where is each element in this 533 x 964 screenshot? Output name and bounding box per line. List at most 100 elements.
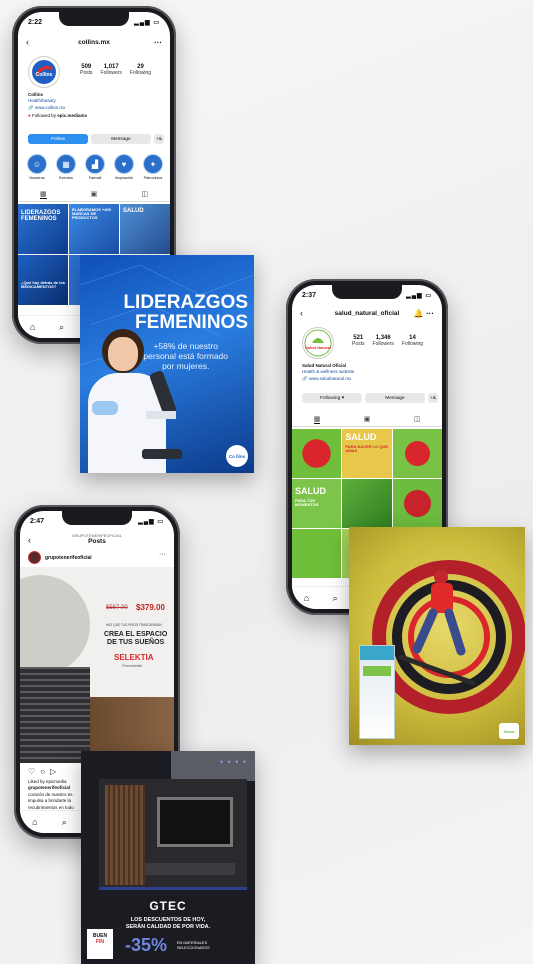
avatar[interactable]: Collins: [28, 56, 60, 88]
microscope-icon: [142, 369, 182, 459]
add-user-button[interactable]: +&: [428, 393, 438, 403]
grid-post[interactable]: [392, 479, 442, 528]
megaphone-icon: ✦: [143, 154, 163, 174]
grid-post[interactable]: SALUD PARA TUS MOMENTOS: [292, 479, 342, 528]
home-icon[interactable]: ⌂: [30, 322, 35, 332]
share-icon[interactable]: ▷: [50, 767, 56, 776]
post-caption: Liked by epicmedia grupotenerifeoficial …: [28, 779, 88, 811]
status-bar: 2:37 ▂▄▆ ▭: [302, 289, 432, 301]
highlight-farmali[interactable]: ▟ Farmali: [84, 154, 106, 180]
comment-icon[interactable]: ○: [40, 767, 45, 776]
dots-icon: • • • •: [219, 757, 247, 767]
calendar-icon: ▦: [56, 154, 76, 174]
discount-note: EN MATERIALES SELECCIONADOS: [177, 941, 210, 950]
header-title: Posts: [88, 538, 106, 545]
heart-icon: ♥: [114, 154, 134, 174]
reels-tab-icon[interactable]: ▣: [364, 415, 371, 424]
status-time: 2:47: [30, 517, 45, 525]
salud-logo: Salud: [499, 723, 519, 739]
tagged-tab-icon[interactable]: ◫: [141, 190, 148, 199]
author-avatar-icon: [28, 551, 41, 564]
stat-followers[interactable]: 1,017 Followers: [101, 64, 122, 76]
promo-headline: CREA EL ESPACIO DE TUS SUEÑOS: [104, 631, 168, 646]
buen-fin-logo: BUEN FIN: [87, 929, 113, 959]
profile-actions: Following ▾ Message +&: [302, 393, 438, 403]
reels-tab-icon[interactable]: ▣: [91, 190, 98, 199]
home-icon[interactable]: ⌂: [32, 817, 37, 827]
post-author[interactable]: grupotenerifeoficial: [28, 551, 92, 564]
grid-post[interactable]: SALUD: [120, 204, 170, 254]
grid-post[interactable]: [392, 429, 442, 478]
post-more-icon[interactable]: ···: [159, 551, 166, 558]
back-arrow-icon[interactable]: ‹: [300, 308, 303, 318]
building-icon: ▟: [85, 154, 105, 174]
grid-tab-icon[interactable]: ▦: [313, 415, 321, 424]
grid-post[interactable]: [292, 429, 342, 478]
profile-actions: Follow Message +&: [28, 134, 164, 144]
interior-photo: [99, 779, 247, 890]
home-icon[interactable]: ⌂: [304, 593, 309, 603]
back-arrow-icon[interactable]: ‹: [28, 535, 31, 545]
status-bar: 2:22 ▂▄▆ ▭: [28, 16, 160, 28]
more-options-icon[interactable]: ···: [154, 38, 162, 47]
stat-following[interactable]: 14 Following: [402, 335, 423, 347]
profile-username: collins.mx: [78, 38, 110, 46]
post-image[interactable]: $567.00 $379.00 HAZ QUE TUS PISOS TRASCI…: [20, 567, 174, 763]
add-user-button[interactable]: +&: [154, 134, 164, 144]
profile-stats: 521 Posts 1,346 Followers 14 Following: [352, 335, 423, 347]
grid-post[interactable]: ELABORAMOS +400 MARCAS DE PRODUCTOS: [69, 204, 119, 254]
grid-post[interactable]: ¿Qué hay detrás de los MEDICAMENTOS?: [18, 255, 68, 305]
following-button[interactable]: Following ▾: [302, 393, 362, 403]
bell-more-icon[interactable]: 🔔 ···: [414, 309, 434, 318]
highlight-patrocinios[interactable]: ✦ Patrocinios: [142, 154, 164, 180]
grid-tab-icon[interactable]: ▦: [40, 190, 47, 199]
profile-bio: Salud Natural Oficial Health & wellness …: [302, 363, 354, 382]
profile-tabs: ▦ ▣ ◫: [18, 190, 170, 202]
post-card-liderazgos: LIDERAZGOS FEMENINOS +58% de nuestro per…: [80, 255, 254, 473]
profile-tabs: ▦ ▣ ◫: [292, 415, 442, 427]
story-highlights: ☺ Nosotros ▦ Eventos ▟ Farmali ♥ Inspiración…: [26, 154, 164, 180]
avatar[interactable]: Salud Natural: [302, 327, 334, 359]
grid-post[interactable]: LIDERAZGOS FEMENINOS: [18, 204, 68, 254]
status-time: 2:37: [302, 291, 317, 299]
stat-posts[interactable]: 521 Posts: [352, 335, 365, 347]
collins-logo-icon: Collins: [32, 60, 56, 84]
message-button[interactable]: Message: [365, 393, 425, 403]
profile-header: ‹ collins.mx ···: [18, 36, 170, 48]
grid-post[interactable]: SALUD PARA HACER LO QUE AMAS: [342, 429, 392, 478]
grid-post[interactable]: [292, 529, 342, 578]
like-icon[interactable]: ♡: [28, 767, 35, 776]
status-bar: 2:47 ▂▄▆ ▭: [30, 515, 164, 527]
profile-bio: Collins Health/beauty 🔗 www.collins.mx ●…: [28, 92, 87, 120]
profile-stats: 509 Posts 1,017 Followers 29 Following: [80, 64, 151, 76]
status-time: 2:22: [28, 18, 43, 26]
highlight-inspiracion[interactable]: ♥ Inspiración: [113, 154, 135, 180]
search-icon[interactable]: ⌕: [59, 322, 64, 333]
avatar-logo-text: Collins: [36, 72, 53, 78]
profile-website[interactable]: 🔗 www.saludnatural.mx: [302, 376, 354, 382]
signal-battery-icon: ▂▄▆ ▭: [138, 518, 164, 525]
stat-following[interactable]: 29 Following: [130, 64, 151, 76]
profile-website[interactable]: 🔗 www.collins.mx: [28, 105, 87, 111]
followed-by[interactable]: ● Followed by epic.mediamx: [28, 113, 87, 119]
search-icon[interactable]: ⌕: [333, 593, 338, 604]
follow-button[interactable]: Follow: [28, 134, 88, 144]
search-icon[interactable]: ⌕: [62, 817, 67, 828]
people-icon: ☺: [27, 154, 47, 174]
highlight-nosotros[interactable]: ☺ Nosotros: [26, 154, 48, 180]
product-box-icon: [359, 645, 395, 739]
back-arrow-icon[interactable]: ‹: [26, 37, 29, 47]
discount-value: -35%: [125, 935, 168, 955]
posts-header: ‹ GRUPOTENERIFEOFICIAL Posts: [20, 531, 174, 547]
stat-followers[interactable]: 1,346 Followers: [373, 335, 394, 347]
gtec-logo: GTEC: [149, 899, 187, 913]
profile-username: salud_natural_oficial: [334, 309, 400, 317]
signal-battery-icon: ▂▄▆ ▭: [134, 19, 160, 26]
message-button[interactable]: Message: [91, 134, 151, 144]
tagged-tab-icon[interactable]: ◫: [414, 415, 421, 424]
follower-avatar-icon: ●: [28, 113, 31, 119]
profile-header: ‹ salud_natural_oficial 🔔 ···: [292, 307, 442, 319]
stat-posts[interactable]: 509 Posts: [80, 64, 93, 76]
highlight-eventos[interactable]: ▦ Eventos: [55, 154, 77, 180]
grid-post[interactable]: [342, 479, 392, 528]
